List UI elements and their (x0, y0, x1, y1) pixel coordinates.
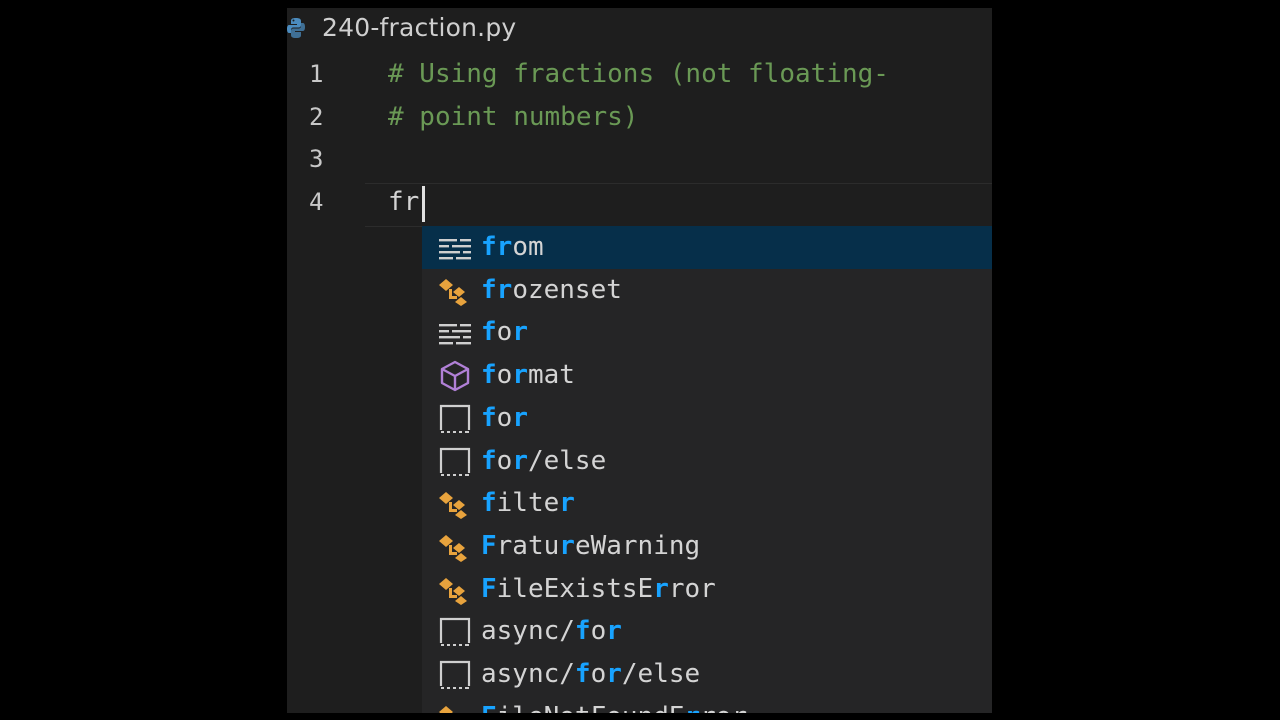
suggestion-item[interactable]: FileNotFoundError (422, 696, 992, 713)
suggestion-label: from (481, 226, 544, 269)
label-text: o (590, 616, 607, 647)
match-highlight: r (512, 360, 528, 391)
match-highlight: r (512, 317, 528, 348)
suggestion-label: frozenset (481, 269, 622, 312)
code-text: # Using fractions (not floating- (388, 59, 889, 89)
match-highlight: r (606, 616, 622, 647)
label-text: o (496, 360, 513, 391)
editor-tab[interactable]: 240-fraction.py (287, 8, 992, 50)
suggestion-item[interactable]: for (422, 311, 992, 354)
label-text: ileNotFoundE (497, 702, 685, 713)
label-text: ror (700, 702, 747, 713)
label-text: eWarning (574, 530, 701, 561)
label-text: ror (668, 573, 716, 604)
match-highlight: r (606, 659, 622, 689)
match-highlight: f (481, 488, 497, 519)
suggestion-label: FileNotFoundError (481, 696, 747, 713)
label-text: o (496, 317, 513, 348)
autocomplete-suggestions[interactable]: from frozenset for format for for/else f… (422, 226, 992, 713)
match-highlight: F (481, 702, 497, 713)
suggestion-item[interactable]: for (422, 397, 992, 440)
suggestion-label: for/else (481, 440, 606, 483)
label-text: ileExistsE (496, 573, 654, 604)
label-text: o (590, 659, 607, 689)
snippet-icon (438, 659, 472, 691)
snippet-icon (438, 616, 472, 648)
text-cursor (422, 186, 425, 222)
match-highlight: r (559, 530, 575, 561)
match-highlight: f (481, 445, 497, 476)
label-text: ratu (496, 530, 560, 561)
module-icon (438, 360, 472, 392)
snippet-icon (438, 446, 472, 478)
python-file-icon (287, 18, 305, 38)
match-highlight: f (574, 616, 591, 647)
suggestion-label: for (481, 397, 528, 440)
class-icon (438, 275, 472, 307)
suggestion-item[interactable]: filter (422, 482, 992, 525)
match-highlight: r (653, 573, 669, 604)
code-line-1[interactable]: 1 # Using fractions (not floating- (287, 53, 992, 95)
line-number: 1 (309, 60, 324, 88)
match-highlight: r (512, 445, 528, 476)
match-highlight: r (512, 402, 528, 433)
suggestion-item[interactable]: for/else (422, 440, 992, 483)
match-highlight: fr (481, 232, 513, 262)
suggestion-label: format (481, 354, 575, 397)
tab-filename: 240-fraction.py (322, 13, 517, 42)
suggestion-item[interactable]: FileExistsError (422, 568, 992, 611)
label-text: async/ (481, 659, 575, 689)
code-line-2[interactable]: 2 # point numbers) (287, 96, 992, 138)
suggestion-item[interactable]: async/for (422, 610, 992, 653)
match-highlight: f (574, 659, 591, 689)
label-text: ilte (496, 488, 560, 519)
label-text: /else (621, 659, 701, 689)
label-text: mat (527, 360, 575, 391)
match-highlight: f (481, 317, 497, 348)
code-text: fr (388, 187, 420, 217)
match-highlight: fr (481, 274, 513, 305)
label-text: async/ (481, 616, 575, 647)
suggestion-label: FileExistsError (481, 568, 716, 611)
snippet-icon (438, 403, 472, 435)
code-line-4[interactable]: 4 fr (287, 181, 992, 223)
suggestion-label: async/for/else (481, 653, 700, 696)
class-icon (438, 702, 472, 713)
suggestion-item[interactable]: frozenset (422, 269, 992, 312)
suggestion-item[interactable]: async/for/else (422, 653, 992, 696)
match-highlight: r (559, 488, 575, 519)
match-highlight: f (481, 360, 497, 391)
label-text: /else (527, 445, 607, 476)
label-text: o (496, 445, 513, 476)
line-number: 4 (309, 188, 324, 216)
suggestion-item[interactable]: FratureWarning (422, 525, 992, 568)
match-highlight: F (481, 530, 497, 561)
suggestion-label: FratureWarning (481, 525, 700, 568)
match-highlight: F (481, 573, 497, 604)
code-text: # point numbers) (388, 102, 639, 132)
suggestion-label: filter (481, 482, 575, 525)
suggestion-item[interactable]: format (422, 354, 992, 397)
keyword-icon (438, 232, 472, 264)
match-highlight: f (481, 402, 497, 433)
suggestion-item[interactable]: from (422, 226, 992, 269)
line-number: 3 (309, 145, 324, 173)
line-number: 2 (309, 103, 324, 131)
class-icon (438, 574, 472, 606)
class-icon (438, 531, 472, 563)
code-line-3[interactable]: 3 (287, 138, 992, 180)
suggestion-label: async/for (481, 610, 622, 653)
label-text: om (512, 232, 544, 262)
label-text: ozenset (512, 274, 622, 305)
suggestion-label: for (481, 311, 528, 354)
keyword-icon (438, 317, 472, 349)
label-text: o (496, 402, 513, 433)
match-highlight: r (685, 702, 701, 713)
class-icon (438, 488, 472, 520)
code-editor[interactable]: 240-fraction.py 1 # Using fractions (not… (287, 8, 992, 713)
